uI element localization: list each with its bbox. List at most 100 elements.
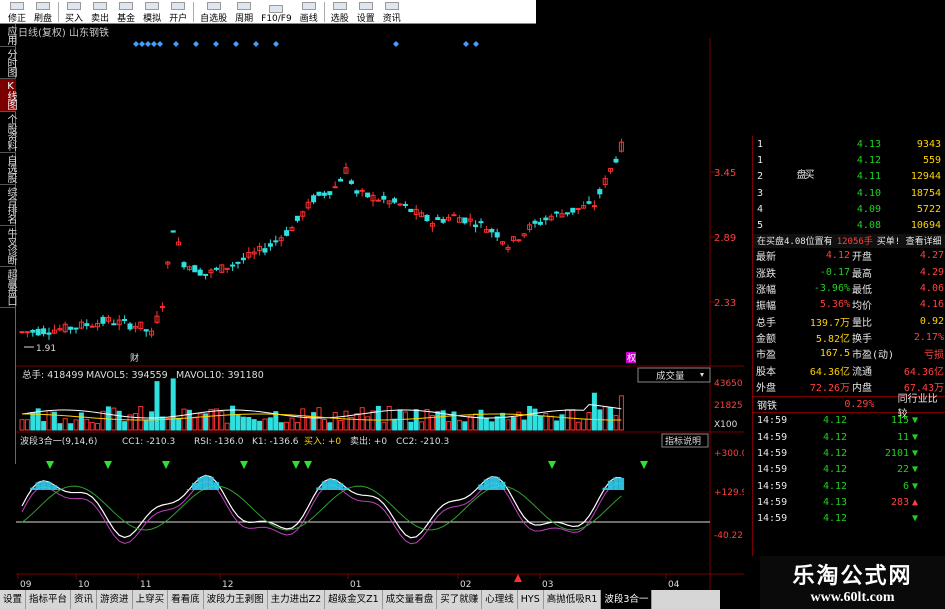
toolbar-button[interactable]: 买入: [61, 0, 87, 24]
side-tab[interactable]: 超赢盘口: [0, 267, 16, 308]
toolbar-button[interactable]: 自选股: [196, 0, 231, 24]
tick-price: 4.12: [823, 415, 848, 427]
toolbar-button[interactable]: 资讯: [379, 0, 405, 24]
toolbar-separator: [323, 1, 325, 22]
stat-key: 流通: [852, 366, 872, 378]
x-axis-label: 04: [668, 580, 680, 590]
indicator-high-fill: [327, 478, 333, 490]
bottom-tab[interactable]: 资讯: [71, 590, 98, 609]
side-tab[interactable]: 自选股: [0, 153, 16, 185]
candle-body: [197, 269, 203, 276]
bottom-tab[interactable]: 成交量看盘: [383, 590, 438, 609]
tick-row: 14:59 4.12 ▼: [753, 511, 945, 527]
stat-value: -3.96%: [813, 283, 850, 295]
volume-bar: [116, 410, 122, 431]
bottom-tabs: 设置 指标平台 资讯 游资进 上穿买 看看底 波段力王剥图 主力进出Z2 超级金叉Z1 成交量看盘…: [0, 590, 720, 609]
bottom-tab[interactable]: 设置: [0, 590, 27, 609]
candle-body: [613, 158, 619, 163]
volume-bar: [608, 407, 614, 431]
chart-area[interactable]: 3.45 2.89 2.33 1.91 财 权总手: 418499 MAVOL5: 3945…: [16, 38, 744, 590]
toolbar-icon: [119, 1, 134, 10]
toolbar-button[interactable]: 周期: [231, 0, 257, 24]
toolbar-button[interactable]: 卖出: [87, 0, 113, 24]
stat-key: 市盈(动): [852, 350, 895, 362]
order-level-volume: 10694: [910, 220, 941, 232]
toolbar-button[interactable]: 刷盘: [30, 0, 56, 24]
side-tab[interactable]: K线图: [0, 79, 16, 112]
signal-diamond-icon: [213, 41, 219, 47]
buy-signal-icon: [104, 461, 112, 469]
volume-bar: [462, 421, 468, 431]
volume-bar: [240, 416, 246, 431]
bottom-tab[interactable]: 买了就赚: [437, 590, 483, 609]
candle-body: [170, 230, 176, 233]
down-arrow-icon: ▼: [912, 464, 919, 476]
volume-bar: [386, 405, 392, 431]
bottom-tab[interactable]: 超级金叉Z1: [325, 590, 383, 609]
order-side-label: 买盘: [794, 168, 813, 179]
stat-row: 市盈 167.5 市盈(动) 亏损: [753, 346, 945, 362]
side-tab[interactable]: 牛叉诊断: [0, 226, 16, 267]
indicator-high-fill: [213, 482, 220, 490]
kline-chart[interactable]: 3.45 2.89 2.33 1.91 财 权总手: 418499 MAVOL5: 3945…: [16, 38, 744, 590]
toolbar-button[interactable]: 画线: [296, 0, 322, 24]
side-tab[interactable]: 个股资料: [0, 112, 16, 153]
tick-time: 14:59: [757, 431, 788, 443]
indicator-axis-label: -40.22: [714, 531, 743, 541]
side-tab[interactable]: 应用: [0, 24, 16, 47]
indicator-cc2: CC2: -210.3: [396, 437, 449, 447]
bottom-tab[interactable]: HYS: [518, 590, 544, 609]
indicator-high-fill: [499, 481, 506, 490]
volume-bar: [365, 416, 371, 431]
bottom-tab[interactable]: 心理线: [482, 590, 518, 609]
bottom-tab[interactable]: 波段力王剥图: [204, 590, 268, 609]
bottom-tab[interactable]: 指标平台: [26, 590, 72, 609]
stat-key: 最低: [852, 285, 872, 297]
bottom-tab[interactable]: 游资进: [97, 590, 133, 609]
toolbar-button[interactable]: 基金: [113, 0, 139, 24]
volume-bar: [300, 408, 306, 431]
x-axis-label: 01: [350, 580, 361, 590]
indicator-help-button: 指标说明: [665, 435, 701, 447]
bottom-tab[interactable]: 主力进出Z2: [268, 590, 326, 609]
sector-name[interactable]: 钢铁: [757, 397, 804, 412]
indicator-k1: K1: -136.6: [252, 437, 299, 447]
toolbar-button[interactable]: 设置: [353, 0, 379, 24]
toolbar-button[interactable]: 修正: [4, 0, 30, 24]
volume-bar: [494, 416, 500, 431]
bottom-tab[interactable]: 波段3合一: [601, 590, 653, 609]
side-tab[interactable]: 分时图: [0, 47, 16, 79]
toolbar-icon: [384, 1, 399, 10]
bottom-tab[interactable]: 看看底: [168, 590, 204, 609]
indicator-axis-label: +129.9: [714, 488, 744, 498]
toolbar-button-label: 画线: [299, 13, 318, 24]
volume-bar: [478, 409, 484, 431]
volume-bar: [30, 412, 36, 431]
candle-body: [338, 178, 344, 182]
toolbar-button-label: 基金: [117, 13, 136, 24]
candle-body: [381, 195, 387, 200]
toolbar-button[interactable]: F10/F9: [257, 0, 296, 24]
tick-row: 14:59 4.13 283 ▲: [753, 494, 945, 510]
bottom-tab[interactable]: 高抛低吸R1: [544, 590, 602, 609]
candle-body: [494, 232, 500, 238]
indicator-k-line: [21, 480, 622, 545]
x-axis-label: 03: [542, 580, 553, 590]
toolbar-button[interactable]: 开户: [165, 0, 191, 24]
volume-bar: [149, 411, 155, 431]
banner-right[interactable]: 买单! 查看详细: [877, 234, 942, 247]
volume-bar: [267, 417, 273, 431]
toolbar-icon: [10, 1, 24, 10]
side-tab[interactable]: 综合排名: [0, 185, 16, 226]
candle-body: [375, 199, 381, 202]
indicator-high-fill: [197, 477, 203, 490]
toolbar-button[interactable]: 选股: [327, 0, 353, 24]
stat-value: 亏损: [924, 350, 944, 362]
indicator-high-fill: [343, 487, 349, 490]
toolbar-button[interactable]: 模拟: [139, 0, 165, 24]
signal-diamond-icon: [145, 41, 151, 47]
bottom-tab[interactable]: 上穿买: [133, 590, 169, 609]
indicator-high-fill: [316, 487, 322, 490]
volume-bar: [73, 419, 79, 431]
candle-body: [35, 328, 41, 336]
